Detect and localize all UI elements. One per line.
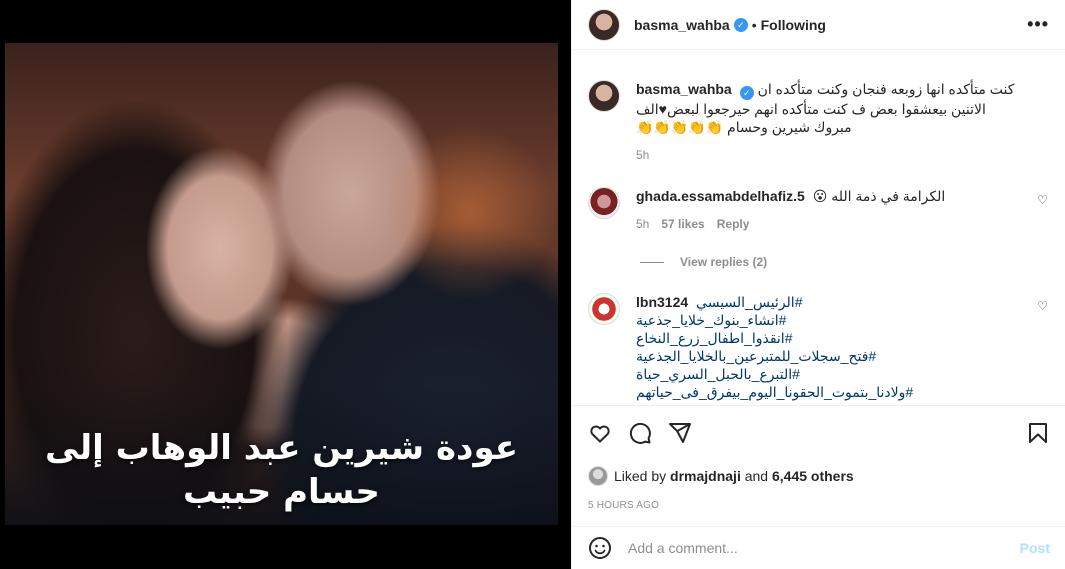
comment-time[interactable]: 5h (636, 217, 649, 231)
reply-button[interactable]: Reply (717, 217, 750, 231)
caption-avatar[interactable] (588, 80, 620, 112)
more-options-icon[interactable]: ••• (1027, 14, 1049, 35)
likes-summary: Liked by drmajdnaji and 6,445 others (588, 466, 1050, 486)
hashtag-link[interactable]: #انشاء_بنوك_خلايا_جذعية (636, 311, 1016, 329)
post-header: basma_wahba ✓ • Following ••• (572, 0, 1065, 50)
view-replies-label: View replies (2) (680, 255, 768, 269)
comment-input[interactable] (628, 540, 1020, 556)
author-avatar[interactable] (588, 8, 620, 41)
commenter-username[interactable]: ghada.essamabdelhafiz.5 (636, 188, 805, 204)
caption: basma_wahba ✓ كنت متأكده انها زوبعه فنجان… (588, 80, 1050, 162)
post-side-panel: basma_wahba ✓ • Following ••• basma_wahb… (571, 0, 1065, 569)
following-button[interactable]: Following (761, 17, 826, 33)
caption-time[interactable]: 5h (636, 148, 649, 162)
save-icon[interactable] (1026, 421, 1050, 445)
photo-caption-line-2: حسام حبيب (183, 472, 380, 512)
share-icon[interactable] (668, 421, 692, 445)
photo-caption-line-1: عودة شيرين عبد الوهاب إلى (44, 428, 519, 468)
emoji-icon[interactable] (588, 536, 612, 560)
commenter-username[interactable]: lbn3124 (636, 294, 688, 310)
post-media: عودة شيرين عبد الوهاب إلى حسام حبيب (0, 0, 571, 569)
comment-text: الكرامة في ذمة الله 😮 (812, 188, 946, 204)
verified-badge-icon: ✓ (739, 86, 754, 100)
instagram-post: عودة شيرين عبد الوهاب إلى حسام حبيب basm… (0, 0, 1065, 569)
add-comment-bar: Post (572, 526, 1065, 569)
hashtag-link[interactable]: #التبرع_بالحبل_السري_حياة (636, 365, 1016, 383)
replies-divider (640, 261, 664, 263)
hashtag-link[interactable]: #ولادنا_بتموت_الحقونا_اليوم_بيفرق_فى_حيا… (636, 383, 1016, 401)
likes-others-link[interactable]: 6,445 others (772, 468, 854, 484)
post-timestamp[interactable]: 5 HOURS AGO (588, 500, 1050, 511)
background-light (385, 123, 555, 303)
likes-conjunction: and (744, 468, 769, 484)
comment-like-heart-icon[interactable]: ♡ (1037, 193, 1048, 207)
comment-item: lbn3124 #الرئيس_السيسي #انشاء_بنوك_خلايا… (588, 293, 1050, 401)
post-comment-button[interactable]: Post (1020, 540, 1050, 556)
hashtag-link[interactable]: #انقذوا_اطفال_زرع_النخاع (636, 329, 1016, 347)
hashtag-link[interactable]: #فتح_سجلات_للمتبرعين_بالخلايا_الجذعية (636, 347, 1016, 365)
likes-prefix: Liked by (614, 468, 667, 484)
commenter-avatar[interactable] (588, 293, 620, 325)
heart-icon[interactable] (588, 421, 612, 445)
liker-username[interactable]: drmajdnaji (670, 468, 741, 484)
caption-username[interactable]: basma_wahba (636, 81, 732, 97)
author-username[interactable]: basma_wahba (634, 17, 730, 33)
post-actions: Liked by drmajdnaji and 6,445 others 5 H… (572, 405, 1065, 511)
commenter-avatar[interactable] (588, 187, 620, 219)
header-separator: • (751, 16, 757, 33)
comment-item: ghada.essamabdelhafiz.5 الكرامة في ذمة ا… (588, 187, 1050, 231)
verified-badge-icon: ✓ (733, 17, 748, 32)
view-replies-button[interactable]: View replies (2) (640, 255, 767, 269)
comment-likes[interactable]: 57 likes (661, 217, 704, 231)
comment-like-heart-icon[interactable]: ♡ (1037, 299, 1048, 313)
comments-list[interactable]: basma_wahba ✓ كنت متأكده انها زوبعه فنجان… (572, 50, 1065, 405)
comment-icon[interactable] (628, 421, 652, 445)
hashtag-link[interactable]: #الرئيس_السيسي (696, 294, 802, 310)
liker-avatar[interactable] (588, 466, 608, 486)
